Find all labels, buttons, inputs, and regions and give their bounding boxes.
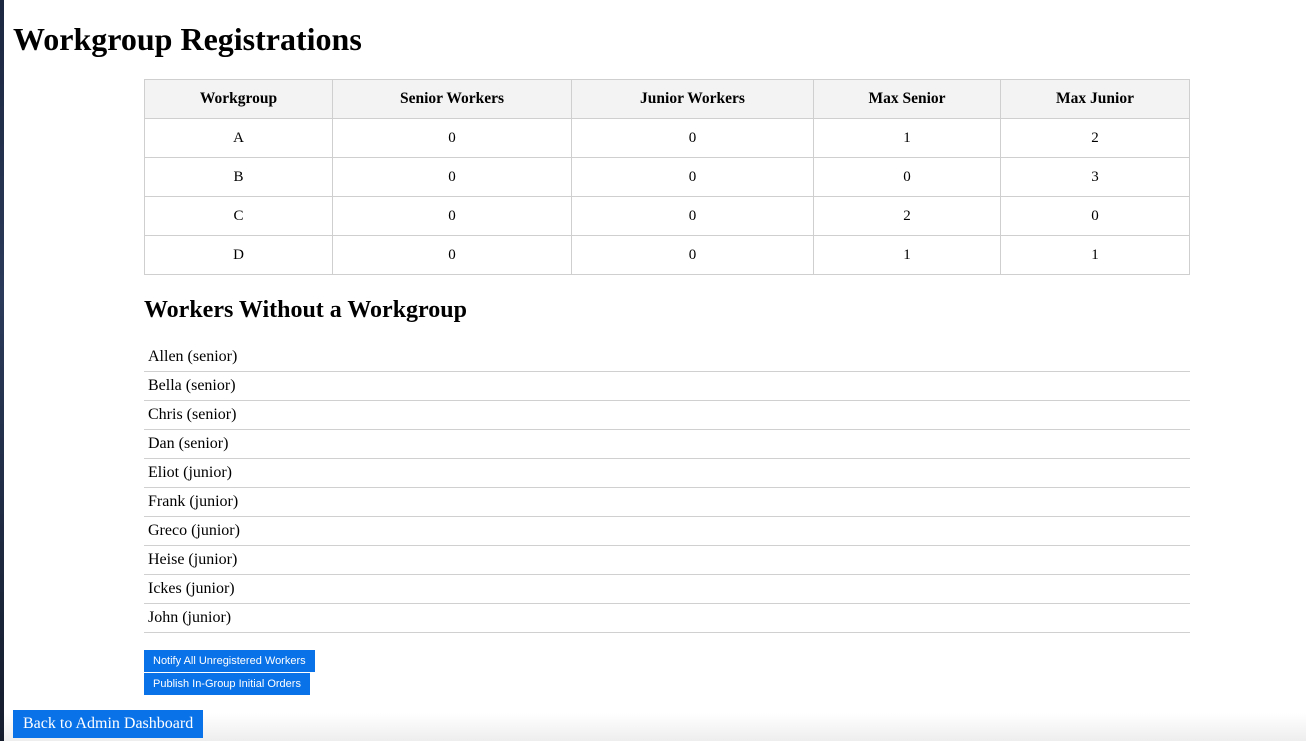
cell-junior-workers: 0 [571, 157, 814, 197]
section-title-unassigned: Workers Without a Workgroup [144, 297, 467, 323]
column-header-workgroup: Workgroup [144, 79, 333, 119]
action-buttons: Notify All Unregistered Workers Publish … [144, 650, 1190, 695]
list-item: Allen (senior) [144, 343, 1190, 372]
list-item: John (junior) [144, 604, 1190, 633]
table-row: D 0 0 1 1 [144, 235, 1190, 275]
cell-junior-workers: 0 [571, 235, 814, 275]
cell-max-senior: 1 [813, 118, 1001, 158]
window-edge [0, 0, 4, 741]
column-header-max-junior: Max Junior [1000, 79, 1190, 119]
cell-senior-workers: 0 [332, 196, 572, 236]
cell-max-senior: 1 [813, 235, 1001, 275]
cell-senior-workers: 0 [332, 157, 572, 197]
cell-max-junior: 0 [1000, 196, 1190, 236]
cell-junior-workers: 0 [571, 196, 814, 236]
column-header-junior-workers: Junior Workers [571, 79, 814, 119]
cell-workgroup: C [144, 196, 333, 236]
list-item: Greco (junior) [144, 517, 1190, 546]
unassigned-worker-list: Allen (senior) Bella (senior) Chris (sen… [144, 343, 1190, 633]
cell-max-senior: 0 [813, 157, 1001, 197]
list-item: Bella (senior) [144, 372, 1190, 401]
list-item: Frank (junior) [144, 488, 1190, 517]
cell-senior-workers: 0 [332, 235, 572, 275]
publish-initial-orders-button[interactable]: Publish In-Group Initial Orders [144, 673, 310, 695]
main-content: Workgroup Senior Workers Junior Workers … [144, 79, 1190, 696]
list-item: Heise (junior) [144, 546, 1190, 575]
list-item: Eliot (junior) [144, 459, 1190, 488]
cell-workgroup: A [144, 118, 333, 158]
workgroup-table: Workgroup Senior Workers Junior Workers … [144, 79, 1190, 275]
table-row: A 0 0 1 2 [144, 118, 1190, 158]
page-title: Workgroup Registrations [13, 21, 362, 57]
cell-max-junior: 1 [1000, 235, 1190, 275]
list-item: Ickes (junior) [144, 575, 1190, 604]
cell-workgroup: D [144, 235, 333, 275]
column-header-max-senior: Max Senior [813, 79, 1001, 119]
cell-workgroup: B [144, 157, 333, 197]
table-row: B 0 0 0 3 [144, 157, 1190, 197]
back-to-dashboard-button[interactable]: Back to Admin Dashboard [13, 710, 204, 738]
column-header-senior-workers: Senior Workers [332, 79, 572, 119]
table-header-row: Workgroup Senior Workers Junior Workers … [144, 79, 1190, 119]
cell-max-junior: 2 [1000, 118, 1190, 158]
table-row: C 0 0 2 0 [144, 196, 1190, 236]
notify-unregistered-button[interactable]: Notify All Unregistered Workers [144, 650, 315, 672]
list-item: Chris (senior) [144, 401, 1190, 430]
list-item: Dan (senior) [144, 430, 1190, 459]
cell-junior-workers: 0 [571, 118, 814, 158]
cell-senior-workers: 0 [332, 118, 572, 158]
cell-max-senior: 2 [813, 196, 1001, 236]
cell-max-junior: 3 [1000, 157, 1190, 197]
